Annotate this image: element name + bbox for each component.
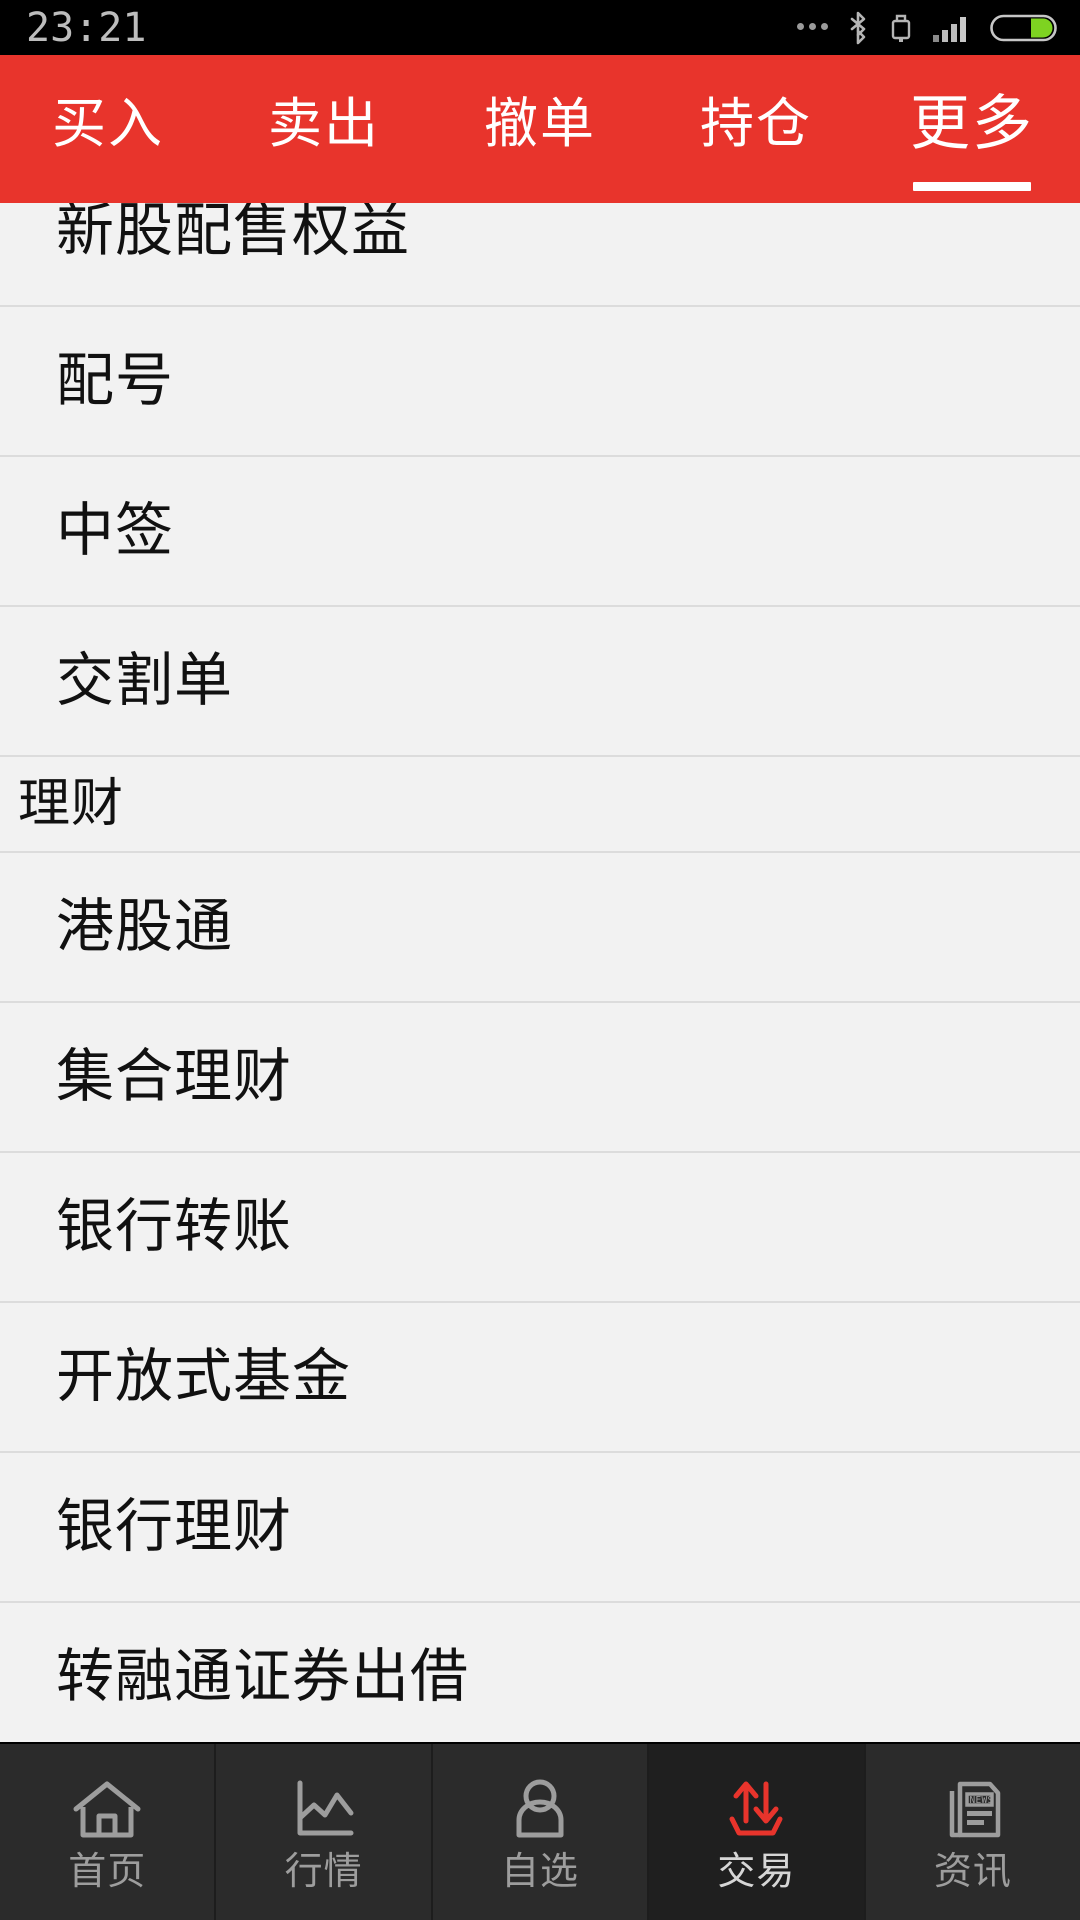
- more-dots-icon: [797, 12, 828, 43]
- chart-icon: [287, 1773, 361, 1847]
- app-root: 23:21 买入 卖出 撤单 持仓 更多 新股配售权益 配号 中签 交割单 理财…: [0, 0, 1080, 1920]
- tab-label: 撤单: [484, 94, 596, 154]
- tab-label: 持仓: [700, 94, 812, 154]
- list-item-label: 银行理财: [56, 1494, 293, 1559]
- list-item[interactable]: 银行转账: [0, 1153, 1080, 1303]
- tab-label: 买入: [52, 94, 164, 154]
- list-item-label: 中签: [56, 498, 175, 563]
- bottom-nav-label: 资讯: [933, 1851, 1012, 1893]
- bottom-nav-label: 交易: [717, 1851, 796, 1893]
- signal-icon: [931, 10, 973, 46]
- status-icon-tray: [797, 10, 1058, 46]
- list-item-label: 转融通证券出借: [56, 1644, 470, 1709]
- list-item-label: 配号: [56, 348, 175, 413]
- bottom-nav-bar: 首页 行情 自选 交易 NEWS 资讯: [0, 1742, 1080, 1920]
- tab-active-indicator: [913, 182, 1031, 191]
- list-item[interactable]: 交割单: [0, 607, 1080, 757]
- battery-icon: [990, 10, 1058, 46]
- svg-text:NEWS: NEWS: [969, 1795, 993, 1806]
- list-item[interactable]: 集合理财: [0, 1003, 1080, 1153]
- bottom-nav-item-trade[interactable]: 交易: [649, 1744, 866, 1920]
- list-item-label: 新股配售权益: [56, 203, 411, 263]
- list-item[interactable]: 开放式基金: [0, 1303, 1080, 1453]
- bluetooth-icon: [845, 10, 871, 46]
- more-menu-list-inner: 新股配售权益 配号 中签 交割单 理财 港股通 集合理财 银行转账 开放式基金 …: [0, 203, 1080, 1742]
- status-bar: 23:21: [0, 0, 1080, 55]
- bottom-nav-item-watchlist[interactable]: 自选: [433, 1744, 650, 1920]
- list-item[interactable]: 银行理财: [0, 1453, 1080, 1603]
- tab-cancel-order[interactable]: 撤单: [432, 55, 648, 203]
- more-menu-list[interactable]: 新股配售权益 配号 中签 交割单 理财 港股通 集合理财 银行转账 开放式基金 …: [0, 203, 1080, 1742]
- bottom-nav-item-quotes[interactable]: 行情: [216, 1744, 433, 1920]
- bottom-nav-label: 行情: [284, 1851, 363, 1893]
- list-item[interactable]: 中签: [0, 457, 1080, 607]
- list-item[interactable]: 转融通证券出借: [0, 1603, 1080, 1742]
- list-item-label: 银行转账: [56, 1194, 293, 1259]
- tab-label: 卖出: [268, 94, 380, 154]
- person-icon: [503, 1773, 577, 1847]
- top-tab-bar: 买入 卖出 撤单 持仓 更多: [0, 55, 1080, 203]
- list-item-label: 交割单: [56, 648, 234, 713]
- bottom-nav-label: 自选: [501, 1851, 580, 1893]
- tab-sell[interactable]: 卖出: [216, 55, 432, 203]
- list-item[interactable]: 配号: [0, 307, 1080, 457]
- list-section-header: 理财: [0, 757, 1080, 853]
- list-item-label: 集合理财: [56, 1044, 293, 1109]
- list-item-label: 港股通: [56, 894, 234, 959]
- tab-more[interactable]: 更多: [864, 55, 1080, 203]
- list-item[interactable]: 新股配售权益: [0, 203, 1080, 307]
- status-clock: 23:21: [26, 4, 147, 51]
- home-icon: [70, 1773, 144, 1847]
- list-section-header-label: 理财: [18, 775, 125, 833]
- bottom-nav-item-home[interactable]: 首页: [0, 1744, 217, 1920]
- list-item[interactable]: 港股通: [0, 853, 1080, 1003]
- tab-positions[interactable]: 持仓: [648, 55, 864, 203]
- bottom-nav-label: 首页: [68, 1851, 147, 1893]
- tab-label: 更多: [910, 90, 1034, 157]
- usb-icon: [888, 10, 914, 46]
- list-item-label: 开放式基金: [56, 1344, 352, 1409]
- tab-buy[interactable]: 买入: [0, 55, 216, 203]
- bottom-nav-item-news[interactable]: NEWS 资讯: [866, 1744, 1080, 1920]
- news-icon: NEWS: [936, 1773, 1010, 1847]
- trade-arrows-icon: [719, 1773, 793, 1847]
